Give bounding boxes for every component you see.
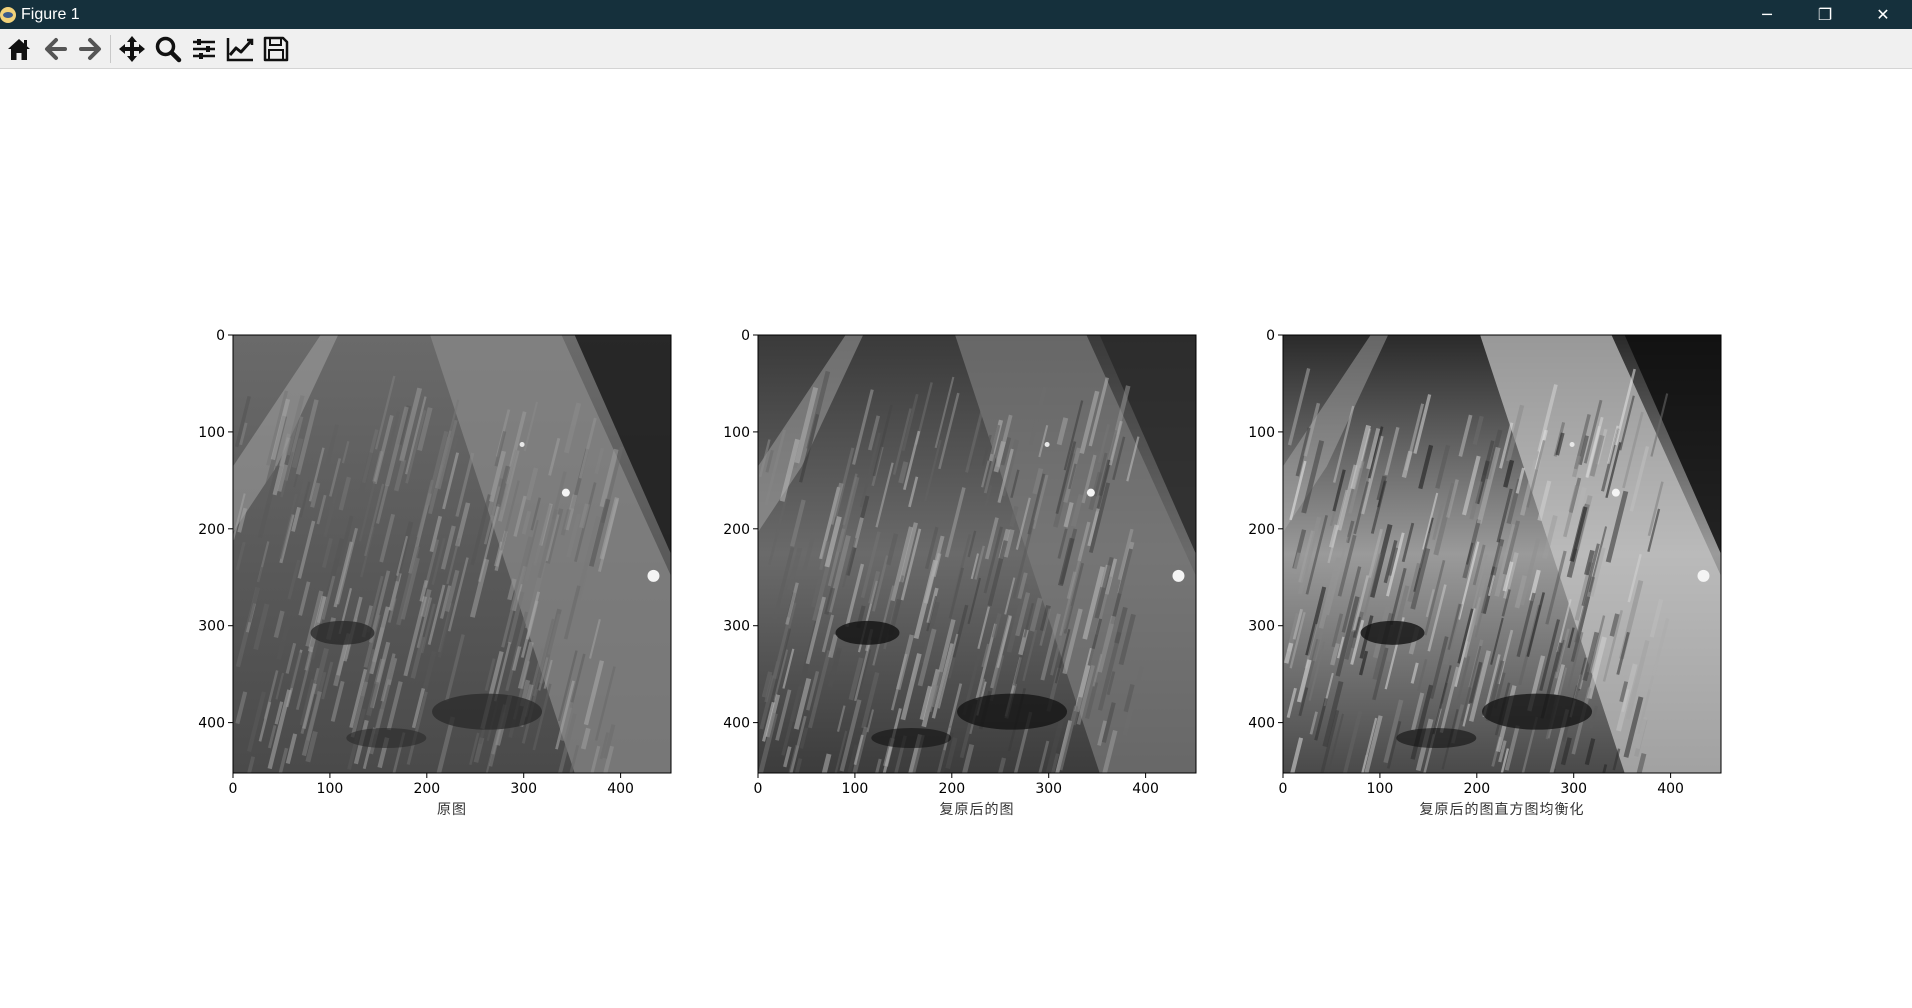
x-tick-label: 0: [229, 781, 238, 797]
home-button[interactable]: [2, 32, 36, 66]
bright-spot: [1569, 442, 1575, 447]
y-tick-label: 400: [198, 716, 225, 732]
edit-axis-line-icon: [226, 37, 254, 61]
forward-button[interactable]: [74, 32, 108, 66]
y-tick-label: 200: [723, 522, 750, 538]
configure-subplots-button[interactable]: [187, 32, 221, 66]
navigation-toolbar: [0, 29, 1912, 69]
x-tick-label: 0: [1279, 781, 1288, 797]
image-panel-3: [1283, 335, 1721, 773]
x-tick-label: 400: [1132, 781, 1159, 797]
subplot-xlabel: 原图: [437, 802, 467, 818]
save-button[interactable]: [259, 32, 293, 66]
y-tick-label: 200: [1248, 522, 1275, 538]
edit-axis-button[interactable]: [223, 32, 257, 66]
x-tick-label: 200: [1463, 781, 1490, 797]
y-tick-label: 0: [216, 328, 225, 344]
maximize-button[interactable]: ❐: [1796, 0, 1854, 29]
zoom-magnifier-icon: [155, 36, 182, 62]
toolbar-separator: [110, 34, 111, 63]
bright-spot: [519, 442, 525, 447]
bright-spot: [1611, 488, 1620, 497]
dark-spot: [432, 693, 543, 730]
x-tick-label: 0: [754, 781, 763, 797]
close-button[interactable]: ✕: [1854, 0, 1912, 29]
x-tick-label: 300: [510, 781, 537, 797]
window-title: Figure 1: [21, 5, 80, 23]
y-tick-label: 100: [723, 425, 750, 441]
subplots-svg: 0 100 200 300 400 0 100 200 300 400 0 100 200 300 400 0…: [198, 328, 1722, 797]
y-tick-label: 100: [1248, 425, 1275, 441]
y-tick-label: 300: [1248, 619, 1275, 635]
bright-spot: [1044, 442, 1050, 447]
y-tick-label: 200: [198, 522, 225, 538]
pan-move-icon: [119, 35, 145, 62]
y-tick-label: 300: [198, 619, 225, 635]
back-arrow-icon: [45, 37, 67, 60]
home-icon: [8, 38, 30, 60]
y-tick-label: 400: [723, 716, 750, 732]
x-tick-label: 400: [607, 781, 634, 797]
window-controls: ─ ❐ ✕: [1738, 0, 1912, 29]
dark-spot: [310, 620, 375, 645]
zoom-button[interactable]: [151, 32, 185, 66]
subplot-xlabel: 复原后的图直方图均衡化: [1419, 802, 1585, 818]
dark-spot: [1360, 620, 1425, 645]
texture-streak: [934, 770, 938, 773]
x-tick-label: 100: [842, 781, 869, 797]
y-tick-label: 100: [198, 425, 225, 441]
bright-spot: [561, 488, 570, 497]
x-tick-label: 300: [1035, 781, 1062, 797]
minimize-button[interactable]: ─: [1738, 0, 1796, 29]
y-tick-label: 300: [723, 619, 750, 635]
image-panel-2: [758, 335, 1196, 773]
back-button[interactable]: [38, 32, 72, 66]
dark-spot: [346, 727, 427, 748]
figure-canvas: 0 100 200 300 400 0 100 200 300 400 0 100 200 300 400 0…: [0, 69, 1912, 1008]
subplot-xlabel: 复原后的图: [939, 802, 1015, 818]
window-titlebar: Figure 1 ─ ❐ ✕: [0, 0, 1912, 29]
y-tick-label: 0: [1266, 328, 1275, 344]
pan-button[interactable]: [115, 32, 149, 66]
forward-arrow-icon: [79, 37, 101, 60]
x-tick-label: 100: [1367, 781, 1394, 797]
y-tick-label: 0: [741, 328, 750, 344]
bright-spot: [1172, 569, 1185, 582]
x-tick-label: 200: [938, 781, 965, 797]
x-tick-label: 300: [1560, 781, 1587, 797]
bright-spot: [1697, 569, 1710, 582]
bright-spot: [647, 569, 660, 582]
dark-spot: [957, 693, 1068, 730]
x-tick-label: 200: [413, 781, 440, 797]
save-floppy-icon: [263, 36, 289, 61]
subplots-sliders-icon: [193, 38, 215, 59]
python-app-icon: [0, 6, 16, 23]
image-panel-1: [233, 335, 671, 773]
x-tick-label: 100: [317, 781, 344, 797]
x-tick-label: 400: [1657, 781, 1684, 797]
dark-spot: [871, 727, 952, 748]
dark-spot: [1482, 693, 1593, 730]
bright-spot: [1086, 488, 1095, 497]
y-tick-label: 400: [1248, 716, 1275, 732]
dark-spot: [835, 620, 900, 645]
dark-spot: [1396, 727, 1477, 748]
